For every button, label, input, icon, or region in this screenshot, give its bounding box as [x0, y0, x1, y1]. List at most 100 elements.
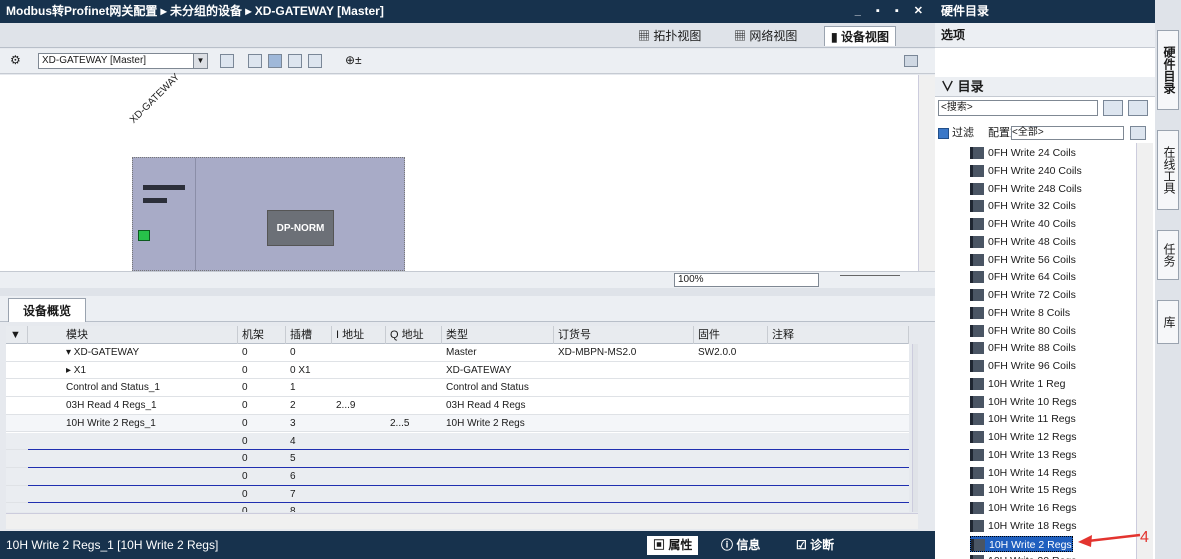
cell-type: 10H Write 2 Regs	[446, 417, 525, 429]
window-controls[interactable]: _ ▪ ▪ ✕	[855, 0, 929, 23]
zoom-slider[interactable]	[840, 275, 900, 276]
table-row[interactable]: ▾ XD-GATEWAY 0 0 Master XD-MBPN-MS2.0 SW2.0.0	[6, 344, 909, 362]
splitter[interactable]	[0, 288, 935, 296]
catalog-options-icon[interactable]	[1130, 126, 1146, 140]
col-type[interactable]: 类型	[442, 326, 554, 344]
tab-network-view[interactable]: ▦ 网络视图	[728, 26, 803, 46]
port-icon[interactable]	[138, 230, 150, 241]
tab-info[interactable]: ⓘ 信息	[715, 536, 766, 555]
cell-order	[554, 397, 558, 414]
catalog-item[interactable]: 0FH Write 64 Coils	[970, 269, 1076, 285]
catalog-item[interactable]: 0FH Write 40 Coils	[970, 216, 1076, 232]
catalog-item[interactable]: 0FH Write 24 Coils	[970, 145, 1076, 161]
search-up-icon[interactable]	[1128, 100, 1148, 116]
device-select[interactable]: XD-GATEWAY [Master] ▼	[38, 53, 208, 69]
table-row[interactable]: 10H Write 2 Regs_1 0 3 2...5 10H Write 2 Reg…	[6, 414, 909, 433]
network-tool-icon[interactable]: ⚙	[10, 53, 21, 67]
table-scrollbar[interactable]	[912, 344, 918, 512]
catalog-item[interactable]: 0FH Write 248 Coils	[970, 181, 1082, 197]
cell-fw	[694, 379, 698, 396]
col-i-address[interactable]: I 地址	[332, 326, 386, 344]
info-icon: ⓘ	[721, 538, 737, 552]
options-header[interactable]: 选项	[935, 23, 1155, 48]
zoom-select[interactable]: 100%	[674, 273, 819, 287]
catalog-item[interactable]: 10H Write 18 Regs	[970, 518, 1077, 534]
tab-properties[interactable]: ▣ 属性	[647, 536, 699, 555]
cell-i	[332, 433, 336, 450]
catalog-item[interactable]: 10H Write 20 Regs	[970, 553, 1077, 559]
sidebar-tab-library[interactable]: 库	[1157, 300, 1179, 344]
catalog-item[interactable]: 10H Write 11 Regs	[970, 411, 1076, 427]
cell-slot: 4	[290, 435, 296, 447]
col-q-address[interactable]: Q 地址	[386, 326, 442, 344]
col-rack[interactable]: 机架	[238, 326, 286, 344]
table-row[interactable]: 08	[6, 503, 909, 512]
catalog-item[interactable]: 10H Write 16 Regs	[970, 500, 1077, 516]
table-row[interactable]: 03H Read 4 Regs_1 0 2 2...9 03H Read 4 Regs	[6, 397, 909, 415]
layout-icon[interactable]	[288, 54, 302, 68]
catalog-header[interactable]: ∨ 目录	[935, 77, 1155, 97]
profile-select[interactable]: <全部>	[1011, 126, 1124, 140]
grid-icon[interactable]	[220, 54, 234, 68]
table-row[interactable]: 07	[6, 485, 909, 504]
catalog-item[interactable]: 10H Write 14 Regs	[970, 465, 1077, 481]
filter-checkbox[interactable]	[938, 127, 949, 139]
sidebar-tab-tasks[interactable]: 任务	[1157, 230, 1179, 280]
cell-rack: 0	[242, 453, 248, 465]
catalog-item[interactable]: 10H Write 13 Regs	[970, 447, 1077, 463]
tab-diagnostics[interactable]: ☑ 诊断	[790, 536, 840, 555]
catalog-item[interactable]: 0FH Write 56 Coils	[970, 252, 1076, 268]
catalog-item-label: 0FH Write 32 Coils	[988, 200, 1076, 213]
catalog-item-label: 10H Write 12 Regs	[988, 431, 1077, 443]
catalog-item[interactable]: 0FH Write 72 Coils	[970, 287, 1076, 303]
dp-norm-module[interactable]: DP-NORM	[267, 210, 334, 246]
catalog-item[interactable]: 10H Write 2 Regs	[970, 535, 1073, 552]
sidebar-tab-online-tools[interactable]: 在线工具	[1157, 130, 1179, 210]
cell-order	[554, 450, 558, 467]
catalog-item[interactable]: 0FH Write 96 Coils	[970, 358, 1076, 374]
cell-fw	[694, 503, 698, 512]
sidebar-tab-catalog[interactable]: 硬件目录	[1157, 30, 1179, 110]
col-order-number[interactable]: 订货号	[554, 326, 694, 344]
tab-device-view[interactable]: ▮ 设备视图	[824, 26, 896, 46]
table-row[interactable]: 06	[6, 467, 909, 486]
table-icon[interactable]	[248, 54, 262, 68]
catalog-item[interactable]: 0FH Write 8 Coils	[970, 305, 1070, 321]
catalog-item[interactable]: 10H Write 10 Regs	[970, 394, 1077, 410]
catalog-search-input[interactable]: <搜索>	[938, 100, 1098, 116]
columns-icon[interactable]	[308, 54, 322, 68]
catalog-scrollbar[interactable]	[1136, 143, 1153, 559]
col-module[interactable]: 模块	[62, 326, 238, 344]
table-row[interactable]: 05	[6, 450, 909, 468]
catalog-item[interactable]: 0FH Write 80 Coils	[970, 323, 1076, 339]
catalog-item[interactable]: 10H Write 1 Reg	[970, 376, 1065, 392]
pen-icon[interactable]	[268, 54, 282, 68]
table-row[interactable]: Control and Status_1 0 1 Control and Status	[6, 379, 909, 398]
zoom-icon[interactable]: ⊕±	[345, 53, 362, 67]
table-row[interactable]: ▸ X1 0 0 X1 XD-GATEWAY	[6, 361, 909, 380]
table-hscrollbar[interactable]	[6, 513, 918, 529]
panel-icon[interactable]	[904, 55, 918, 67]
catalog-item[interactable]: 10H Write 12 Regs	[970, 429, 1077, 445]
table-row[interactable]: 04	[6, 432, 909, 451]
head-module[interactable]	[133, 158, 196, 272]
tab-topology-view[interactable]: ▦ 拓扑视图	[632, 26, 707, 46]
catalog-item[interactable]: 0FH Write 48 Coils	[970, 234, 1076, 250]
col-comment[interactable]: 注释	[768, 326, 909, 344]
search-down-icon[interactable]	[1103, 100, 1123, 116]
catalog-item[interactable]: 0FH Write 88 Coils	[970, 340, 1076, 356]
cell-fw	[694, 468, 698, 485]
col-slot[interactable]: 插槽	[286, 326, 332, 344]
tab-device-overview[interactable]: 设备概览	[8, 298, 87, 322]
filter-icon[interactable]: ▼	[6, 326, 28, 344]
col-firmware[interactable]: 固件	[694, 326, 768, 344]
cell-fw	[694, 362, 698, 379]
catalog-item[interactable]: 0FH Write 240 Coils	[970, 163, 1082, 179]
chevron-down-icon[interactable]: ▼	[193, 54, 207, 68]
module-icon	[970, 413, 984, 426]
module-icon	[970, 253, 984, 266]
catalog-item[interactable]: 0FH Write 32 Coils	[970, 198, 1076, 214]
canvas-scrollbar[interactable]	[918, 75, 935, 271]
catalog-item[interactable]: 10H Write 15 Regs	[970, 482, 1077, 498]
cell-q	[386, 486, 390, 503]
